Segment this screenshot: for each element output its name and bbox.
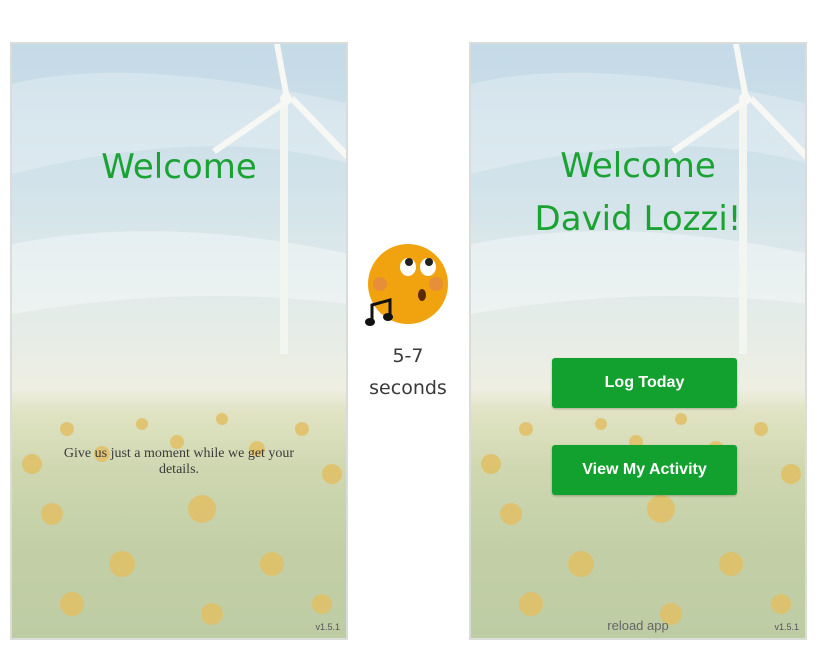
background-overlay — [471, 44, 805, 638]
duration-unit: seconds — [369, 377, 447, 399]
version-label: v1.5.1 — [315, 622, 340, 632]
welcome-title: Welcome — [101, 147, 257, 187]
home-screen: Welcome David Lozzi! Log Today View My A… — [469, 42, 807, 640]
loading-message: Give us just a moment while we get your … — [63, 446, 295, 477]
view-my-activity-button[interactable]: View My Activity — [552, 445, 737, 495]
version-label: v1.5.1 — [774, 622, 799, 632]
duration-value: 5-7 — [392, 345, 424, 367]
whistling-face-icon — [365, 244, 448, 326]
background-overlay — [12, 44, 346, 638]
log-today-button[interactable]: Log Today — [552, 358, 737, 408]
transition-emoji — [360, 240, 456, 335]
user-name-title: David Lozzi! — [534, 199, 742, 239]
welcome-title: Welcome — [560, 146, 716, 186]
reload-app-link[interactable]: reload app — [471, 618, 805, 633]
loading-screen: Welcome Give us just a moment while we g… — [10, 42, 348, 640]
